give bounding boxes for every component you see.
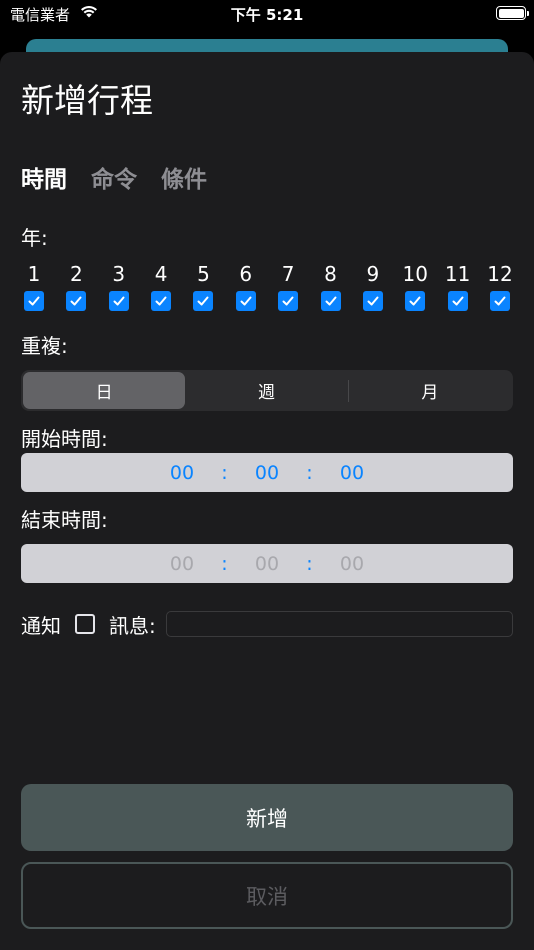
start-time-picker: 00 : 00 : 00	[21, 453, 513, 492]
checkmark-icon	[197, 296, 209, 306]
end-minute-field[interactable]: 00	[237, 553, 297, 575]
end-time-label: 結束時間:	[21, 508, 108, 532]
month-selector: 1 2 3 4 5 6 7 8 9 10 11 12	[21, 260, 513, 311]
month-number: 10	[402, 262, 428, 286]
month-item: 12	[487, 260, 513, 311]
checkmark-icon	[28, 296, 40, 306]
message-input[interactable]	[165, 611, 513, 637]
add-button[interactable]: 新增	[21, 784, 513, 851]
tab-condition[interactable]: 條件	[161, 160, 207, 194]
checkmark-icon	[70, 296, 82, 306]
repeat-option-month[interactable]: 月	[349, 372, 511, 409]
month-checkbox[interactable]	[151, 291, 172, 311]
month-checkbox[interactable]	[193, 291, 214, 311]
month-item: 8	[318, 260, 344, 311]
start-minute-field[interactable]: 00	[237, 462, 297, 484]
status-bar: 電信業者 下午 5:21	[0, 0, 534, 30]
month-number: 3	[112, 262, 126, 286]
checkmark-icon	[113, 296, 125, 306]
tab-time[interactable]: 時間	[21, 160, 67, 194]
message-label: 訊息:	[109, 613, 156, 638]
month-item: 2	[63, 260, 89, 311]
repeat-label: 重複:	[21, 334, 68, 358]
time-separator: :	[306, 461, 313, 484]
start-second-field[interactable]: 00	[322, 462, 382, 484]
checkmark-icon	[155, 296, 167, 306]
tab-command[interactable]: 命令	[91, 160, 137, 194]
month-item: 1	[21, 260, 47, 311]
status-time: 下午 5:21	[230, 6, 304, 24]
month-item: 9	[360, 260, 386, 311]
month-number: 12	[487, 262, 513, 286]
month-checkbox[interactable]	[235, 291, 256, 311]
checkmark-icon	[409, 296, 421, 306]
repeat-option-day[interactable]: 日	[23, 372, 186, 409]
month-number: 8	[324, 262, 337, 286]
checkmark-icon	[367, 296, 379, 306]
start-hour-field[interactable]: 00	[152, 462, 212, 484]
page-title: 新增行程	[21, 81, 153, 120]
year-label: 年:	[21, 226, 48, 250]
month-number: 5	[197, 262, 210, 286]
month-checkbox[interactable]	[489, 291, 510, 311]
month-number: 2	[69, 262, 83, 286]
notify-checkbox[interactable]	[75, 614, 95, 634]
checkmark-icon	[494, 296, 506, 306]
month-checkbox[interactable]	[24, 291, 44, 311]
end-hour-field[interactable]: 00	[152, 553, 212, 575]
repeat-segmented-control: 日 週 月	[21, 370, 513, 411]
month-item: 11	[445, 260, 471, 311]
checkmark-icon	[325, 296, 337, 306]
month-number: 11	[444, 262, 471, 286]
month-checkbox[interactable]	[362, 291, 383, 311]
checkmark-icon	[240, 296, 252, 306]
month-item: 10	[402, 260, 428, 311]
month-item: 5	[190, 260, 216, 311]
checkmark-icon	[452, 296, 464, 306]
end-time-picker: 00 : 00 : 00	[21, 544, 513, 583]
month-item: 7	[275, 260, 301, 311]
add-schedule-sheet: 新增行程 時間 命令 條件 年: 1 2 3 4 5 6 7 8 9 10 11 12 重複: 日 週…	[0, 52, 534, 950]
month-checkbox[interactable]	[447, 291, 468, 311]
month-item: 3	[106, 260, 132, 311]
month-item: 4	[148, 260, 174, 311]
month-checkbox[interactable]	[405, 291, 426, 311]
month-number: 4	[154, 262, 168, 286]
month-checkbox[interactable]	[66, 291, 87, 311]
checkmark-icon	[282, 296, 294, 306]
month-number: 1	[27, 262, 41, 286]
month-checkbox[interactable]	[320, 291, 341, 311]
cancel-button[interactable]: 取消	[21, 862, 513, 929]
repeat-option-week[interactable]: 週	[185, 372, 347, 409]
notify-row: 通知 訊息:	[21, 610, 513, 638]
month-checkbox[interactable]	[278, 291, 299, 311]
month-checkbox[interactable]	[108, 291, 129, 311]
end-second-field[interactable]: 00	[322, 553, 382, 575]
time-separator: :	[221, 461, 228, 484]
month-number: 7	[281, 262, 295, 286]
battery-icon	[496, 6, 529, 20]
time-separator: :	[306, 552, 313, 575]
month-number: 6	[239, 262, 253, 286]
notify-label: 通知	[21, 613, 61, 638]
time-separator: :	[221, 552, 228, 575]
start-time-label: 開始時間:	[21, 427, 108, 451]
month-item: 6	[233, 260, 259, 311]
month-number: 9	[366, 262, 380, 286]
tab-bar: 時間 命令 條件	[21, 160, 207, 194]
